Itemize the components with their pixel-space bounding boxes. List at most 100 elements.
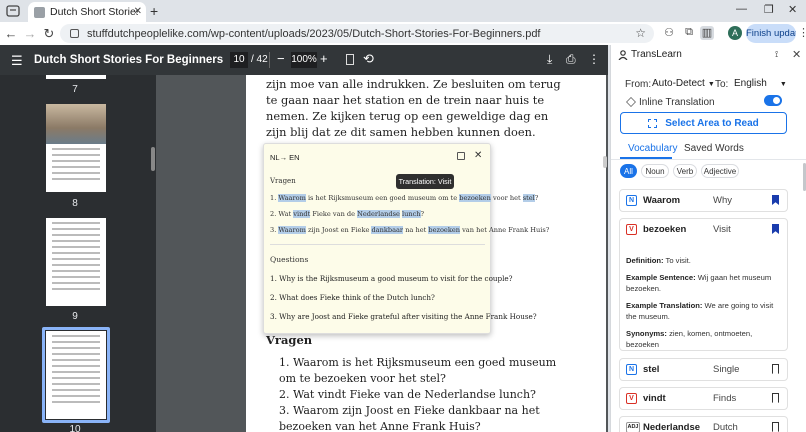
highlighted-word[interactable]: vindt bbox=[293, 210, 311, 218]
copy-icon[interactable] bbox=[457, 152, 465, 160]
vocab-word: Waarom bbox=[643, 195, 681, 206]
to-language-select[interactable]: English ▼ bbox=[734, 78, 787, 89]
bookmark-outline-icon[interactable] bbox=[772, 393, 779, 403]
vocab-translation: Finds bbox=[713, 393, 737, 404]
vocab-card-vindt[interactable]: V vindt Finds bbox=[619, 387, 788, 410]
fit-page-icon[interactable] bbox=[346, 54, 354, 65]
avatar[interactable]: A bbox=[728, 26, 742, 40]
select-area-button[interactable]: Select Area to Read bbox=[620, 112, 787, 134]
thumbnail-page-7[interactable] bbox=[46, 75, 106, 79]
vocab-card-waarom[interactable]: N Waarom Why bbox=[619, 189, 788, 212]
highlighted-word[interactable]: bezoeken bbox=[428, 226, 460, 234]
maximize-icon[interactable]: ❐ bbox=[764, 3, 774, 16]
question-line: 3. Waarom zijn Joost en Fieke dankbaar n… bbox=[279, 404, 540, 417]
vocab-card-stel[interactable]: N stel Single bbox=[619, 358, 788, 381]
url-field[interactable]: stuffdutchpeoplelike.com/wp-content/uplo… bbox=[60, 24, 654, 43]
zoom-out-icon[interactable]: − bbox=[277, 51, 285, 66]
highlighted-word[interactable]: lunch bbox=[402, 210, 421, 218]
forward-icon[interactable]: → bbox=[23, 26, 37, 41]
tab-title: Dutch Short Stories For Beginners bbox=[50, 6, 138, 18]
question-line: bezoeken van het Anne Frank Huis? bbox=[279, 420, 481, 432]
chevron-down-icon: ▼ bbox=[779, 81, 787, 88]
thumbnail-page-9[interactable] bbox=[46, 218, 106, 306]
pos-badge: N bbox=[626, 195, 637, 206]
tab-divider bbox=[611, 159, 806, 160]
highlighted-word[interactable]: dankbaar bbox=[371, 226, 404, 234]
to-label: To: bbox=[715, 79, 729, 90]
popup-divider bbox=[270, 244, 485, 245]
panel-title: TransLearn bbox=[631, 49, 682, 60]
bookmark-outline-icon[interactable] bbox=[772, 364, 779, 374]
finish-update-button[interactable]: Finish update bbox=[746, 24, 796, 43]
extension-translearn-icon[interactable]: ⚇ bbox=[662, 26, 676, 40]
filter-all[interactable]: All bbox=[620, 164, 637, 178]
thumbnail-sidebar: 7 8 9 10 bbox=[0, 75, 156, 432]
bookmark-filled-icon[interactable] bbox=[772, 224, 779, 234]
inline-translation-toggle[interactable] bbox=[764, 95, 782, 106]
browser-menu-icon[interactable]: ⋮ bbox=[798, 26, 806, 39]
address-toolbar: ← → ↻ stuffdutchpeoplelike.com/wp-conten… bbox=[0, 22, 806, 45]
body-line: te gaan naar het station en de trein naa… bbox=[266, 93, 545, 107]
reload-icon[interactable]: ↻ bbox=[42, 26, 56, 42]
highlighted-word[interactable]: Waarom bbox=[278, 226, 306, 234]
source-text: van het Anne Frank Huis? bbox=[459, 226, 550, 234]
highlighted-word[interactable]: bezoeken bbox=[459, 194, 491, 202]
rotate-icon[interactable]: ⟲ bbox=[363, 51, 374, 67]
tab-search-icon[interactable] bbox=[6, 4, 20, 18]
pos-badge: V bbox=[626, 224, 637, 235]
thumbnail-number: 7 bbox=[72, 84, 78, 95]
close-window-icon[interactable]: ✕ bbox=[788, 3, 797, 16]
url-text: stuffdutchpeoplelike.com/wp-content/uplo… bbox=[87, 27, 541, 40]
vocab-word: stel bbox=[643, 364, 660, 375]
layers-icon bbox=[626, 97, 636, 107]
filter-verb[interactable]: Verb bbox=[673, 164, 697, 178]
hamburger-menu-icon[interactable]: ☰ bbox=[11, 53, 23, 69]
target-line: 3. Why are Joost and Fieke grateful afte… bbox=[270, 312, 537, 321]
viewer-scrollbar[interactable] bbox=[603, 156, 607, 168]
to-language-value: English bbox=[734, 78, 767, 89]
side-panel-icon[interactable]: ▥ bbox=[700, 26, 714, 40]
pos-badge: V bbox=[626, 393, 637, 404]
download-icon[interactable]: ⤓ bbox=[547, 52, 552, 67]
translearn-panel: TransLearn ⟟ ✕ From: Auto-Detect ▼ To: En… bbox=[610, 45, 806, 432]
minimize-icon[interactable]: — bbox=[736, 3, 747, 15]
pos-badge: N bbox=[626, 364, 637, 375]
highlighted-word[interactable]: stel bbox=[522, 194, 535, 202]
filter-noun[interactable]: Noun bbox=[641, 164, 669, 178]
pdf-more-icon[interactable]: ⋮ bbox=[588, 52, 600, 66]
thumbnail-scrollbar[interactable] bbox=[151, 147, 155, 171]
bookmark-filled-icon[interactable] bbox=[772, 195, 779, 205]
page-number-input[interactable]: 10 bbox=[230, 52, 248, 68]
thumbnail-page-8[interactable] bbox=[46, 104, 106, 192]
zoom-input[interactable]: 100% bbox=[291, 52, 317, 68]
zoom-in-icon[interactable]: + bbox=[320, 51, 328, 66]
thumbnail-number: 9 bbox=[72, 311, 78, 322]
close-tab-icon[interactable]: ✕ bbox=[134, 6, 142, 17]
close-popup-icon[interactable]: ✕ bbox=[474, 150, 482, 161]
vocab-translation: Visit bbox=[713, 224, 731, 235]
source-text: 2. Wat bbox=[270, 210, 294, 218]
synonyms-label: Synonyms: bbox=[626, 329, 667, 338]
select-area-label: Select Area to Read bbox=[665, 117, 759, 129]
from-language-select[interactable]: Auto-Detect ▼ bbox=[652, 78, 715, 89]
print-icon[interactable]: ⎙ bbox=[566, 52, 576, 67]
vocab-translation: Dutch bbox=[713, 422, 738, 432]
vocab-card-nederlandse[interactable]: ADJ Nederlandse Dutch bbox=[619, 416, 788, 432]
new-tab-icon[interactable]: + bbox=[150, 3, 158, 19]
tab-saved-words[interactable]: Saved Words bbox=[684, 143, 744, 154]
browser-tab[interactable]: Dutch Short Stories For Beginners ✕ bbox=[28, 2, 146, 22]
bookmark-outline-icon[interactable] bbox=[772, 422, 779, 432]
bookmark-star-icon[interactable]: ☆ bbox=[635, 26, 646, 40]
pin-icon[interactable]: ⟟ bbox=[775, 49, 778, 60]
close-panel-icon[interactable]: ✕ bbox=[792, 48, 801, 61]
vocab-card-bezoeken[interactable]: V bezoeken Visit Definition: To visit. E… bbox=[619, 218, 788, 351]
back-icon[interactable]: ← bbox=[4, 26, 18, 41]
site-info-icon[interactable] bbox=[70, 29, 79, 38]
highlighted-word[interactable]: Waarom bbox=[278, 194, 306, 202]
tab-vocabulary[interactable]: Vocabulary bbox=[628, 143, 677, 154]
highlighted-word[interactable]: Nederlandse bbox=[357, 210, 400, 218]
translation-popup: NL→ EN ✕ Vragen 1. Waarom is het Rijksmu… bbox=[263, 143, 549, 334]
extensions-puzzle-icon[interactable]: ⧉ bbox=[682, 26, 696, 40]
body-line: nemen. Ze kijken terug op een geweldige … bbox=[266, 109, 549, 123]
filter-adjective[interactable]: Adjective bbox=[701, 164, 739, 178]
